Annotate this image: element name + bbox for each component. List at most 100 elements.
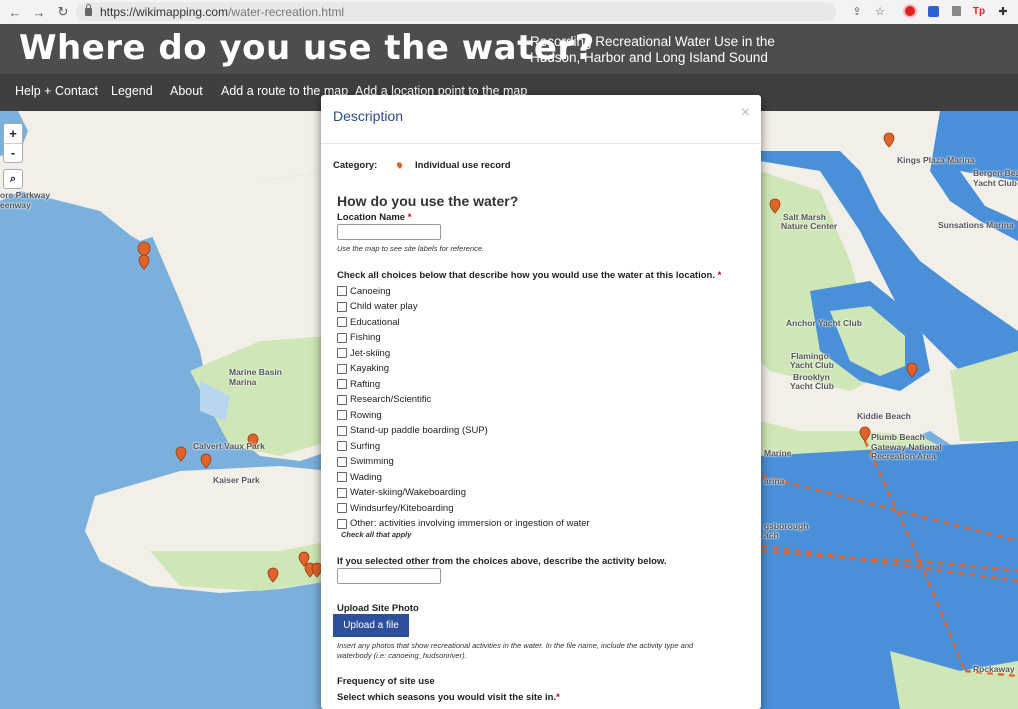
checkbox[interactable] bbox=[337, 472, 347, 482]
required-mark: * bbox=[556, 692, 560, 703]
activity-choice[interactable]: Stand-up paddle boarding (SUP) bbox=[337, 425, 488, 437]
map-label: Sunsations Marina bbox=[938, 220, 1014, 230]
activity-choice[interactable]: Rafting bbox=[337, 378, 380, 390]
activity-choice[interactable]: Surfing bbox=[337, 440, 380, 452]
page-title: Where do you use the water? bbox=[19, 28, 595, 68]
map-search-button[interactable]: ⌕ bbox=[3, 169, 23, 189]
upload-label: Upload Site Photo bbox=[337, 603, 419, 614]
reload-icon[interactable]: ↻ bbox=[54, 3, 72, 21]
zoom-control: + - bbox=[3, 123, 23, 163]
checkbox[interactable] bbox=[337, 425, 347, 436]
upload-hint-2: waterbody (i.e: canoeing_hudsonriver). bbox=[337, 651, 467, 660]
back-icon[interactable]: ← bbox=[6, 3, 24, 21]
checkbox[interactable] bbox=[337, 379, 347, 389]
close-icon[interactable]: × bbox=[741, 104, 750, 122]
activity-choice[interactable]: Rowing bbox=[337, 409, 382, 421]
category-label: Category: bbox=[333, 160, 378, 171]
choice-label: Jet-skiing bbox=[350, 347, 391, 359]
page-subtitle: Recording Recreational Water Use in the … bbox=[530, 34, 790, 66]
nav-help-contact[interactable]: Help + Contact bbox=[15, 84, 98, 98]
required-mark: * bbox=[407, 212, 412, 223]
other-activity-input[interactable] bbox=[337, 568, 441, 584]
checkbox[interactable] bbox=[337, 301, 347, 312]
choice-label: Other: activities involving immersion or… bbox=[350, 518, 590, 529]
checkbox[interactable] bbox=[337, 332, 347, 343]
checkbox[interactable] bbox=[337, 503, 347, 513]
choice-label: Windsurfey/Kiteboarding bbox=[350, 502, 454, 514]
copy-extension-icon[interactable] bbox=[949, 4, 963, 18]
tp-extension-icon[interactable]: Tp bbox=[972, 4, 986, 18]
checkbox[interactable] bbox=[337, 441, 347, 451]
activity-choice[interactable]: Kayaking bbox=[337, 363, 389, 375]
subtitle-line-2: Hudson, Harbor and Long Island Sound bbox=[530, 50, 768, 65]
activity-choice[interactable]: Water-skiing/Wakeboarding bbox=[337, 487, 466, 499]
share-icon[interactable]: ⇪ bbox=[850, 4, 864, 18]
map-pin[interactable] bbox=[200, 453, 212, 469]
checkbox[interactable] bbox=[337, 394, 347, 405]
choice-label: Educational bbox=[350, 316, 400, 328]
checkbox[interactable] bbox=[337, 410, 347, 420]
category-pin-icon bbox=[395, 161, 404, 169]
map-label: eenway bbox=[0, 200, 31, 210]
activity-choice[interactable]: Canoeing bbox=[337, 285, 391, 297]
map-label: Marina bbox=[229, 377, 257, 387]
choice-label: Surfing bbox=[350, 440, 381, 452]
map-label: Rockaway bbox=[973, 664, 1015, 674]
forward-icon[interactable]: → bbox=[30, 3, 48, 21]
upload-hint-1: Insert any photos that show recreational… bbox=[337, 641, 694, 650]
calendar-extension-icon[interactable] bbox=[926, 4, 940, 18]
url-domain: https://wikimapping.com bbox=[100, 4, 229, 19]
choice-label: Stand-up paddle boarding (SUP) bbox=[350, 425, 488, 436]
location-name-input[interactable] bbox=[337, 224, 441, 240]
activity-choice[interactable]: Jet-skiing bbox=[337, 347, 390, 359]
puzzle-extensions-icon[interactable]: ✚ bbox=[996, 4, 1010, 18]
address-bar[interactable]: https://wikimapping.com/water-recreation… bbox=[76, 2, 836, 21]
map-label: Marine Basin bbox=[229, 367, 282, 377]
upload-file-button[interactable]: Upload a file bbox=[333, 614, 409, 637]
choice-label: Swimming bbox=[350, 456, 394, 467]
checkbox[interactable] bbox=[337, 286, 347, 296]
choice-label: Canoeing bbox=[350, 285, 391, 297]
checkbox[interactable] bbox=[337, 456, 347, 467]
activity-choice[interactable]: Child water play bbox=[337, 301, 418, 313]
map-label: Anchor Yacht Club bbox=[786, 318, 862, 328]
activity-choice[interactable]: Windsurfey/Kiteboarding bbox=[337, 502, 454, 514]
map-label: Plumb Beach bbox=[871, 432, 925, 442]
record-extension-icon[interactable] bbox=[903, 4, 917, 18]
choice-label: Research/Scientific bbox=[350, 394, 432, 405]
subtitle-line-1: Recording Recreational Water Use in the bbox=[530, 34, 775, 49]
url-path: /water-recreation.html bbox=[228, 4, 345, 19]
checkbox[interactable] bbox=[337, 317, 347, 327]
checkbox[interactable] bbox=[337, 363, 347, 374]
zoom-out-button[interactable]: - bbox=[4, 144, 22, 163]
browser-toolbar: ← → ↻ https://wikimapping.com/water-recr… bbox=[0, 0, 1018, 25]
checkbox[interactable] bbox=[337, 487, 347, 498]
checkbox[interactable] bbox=[337, 518, 347, 529]
activity-choice[interactable]: Educational bbox=[337, 316, 400, 328]
bookmark-star-icon[interactable]: ☆ bbox=[873, 4, 887, 18]
modal-header: Description × bbox=[321, 95, 761, 144]
category-value: Individual use record bbox=[415, 160, 511, 171]
checkbox[interactable] bbox=[337, 348, 347, 358]
map-label: ore Parkway bbox=[0, 190, 51, 200]
activity-choice[interactable]: Research/Scientific bbox=[337, 394, 431, 406]
checks-label: Check all choices below that describe ho… bbox=[337, 270, 721, 281]
activity-choice[interactable]: Swimming bbox=[337, 456, 394, 468]
map-label: arina bbox=[764, 476, 785, 486]
activity-choice[interactable]: Fishing bbox=[337, 332, 381, 344]
zoom-in-button[interactable]: + bbox=[4, 124, 22, 144]
choice-label: Rafting bbox=[350, 378, 381, 390]
activity-choice[interactable]: Other: activities involving immersion or… bbox=[337, 518, 590, 530]
map-label: Bergen Bea bbox=[973, 168, 1018, 178]
form-heading: How do you use the water? bbox=[337, 193, 519, 209]
activity-choice[interactable]: Wading bbox=[337, 471, 382, 483]
nav-about[interactable]: About bbox=[170, 84, 203, 98]
location-name-text: Location Name bbox=[337, 212, 406, 223]
nav-legend[interactable]: Legend bbox=[111, 84, 153, 98]
check-all-hint: Check all that apply bbox=[341, 530, 412, 539]
choice-label: Wading bbox=[350, 471, 382, 483]
map-label: Nature Center bbox=[781, 221, 838, 231]
map-label: Yacht Club bbox=[790, 381, 834, 391]
modal-title: Description bbox=[333, 108, 404, 124]
checks-label-text: Check all choices below that describe ho… bbox=[337, 270, 715, 281]
